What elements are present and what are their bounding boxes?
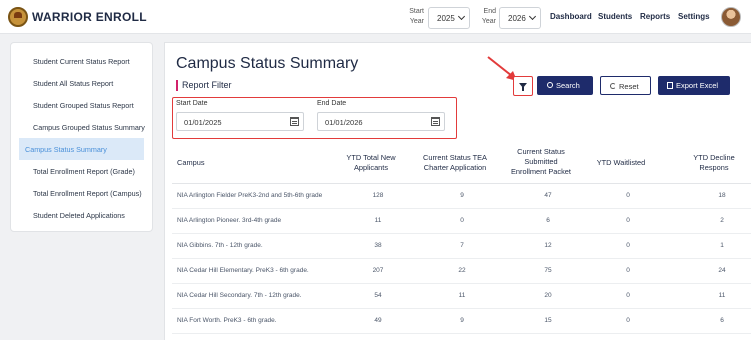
submitted-cell: 6 bbox=[546, 217, 550, 224]
decline-cell: 24 bbox=[718, 267, 726, 274]
start-date-label: Start Date bbox=[176, 100, 208, 107]
ytd-total-cell: 11 bbox=[374, 217, 382, 224]
decline-cell: 6 bbox=[720, 317, 724, 324]
tea-charter-cell: 22 bbox=[458, 267, 466, 274]
submitted-cell: 20 bbox=[544, 292, 552, 299]
tea-charter-cell: 9 bbox=[460, 192, 464, 199]
submitted-cell: 15 bbox=[544, 317, 552, 324]
campus-cell: NIA Gibbins. 7th - 12th grade. bbox=[177, 242, 263, 249]
sidebar-item-campus-status-summary[interactable]: Campus Status Summary bbox=[19, 138, 144, 160]
report-filter-label: Report Filter bbox=[176, 80, 232, 91]
waitlisted-cell: 0 bbox=[626, 317, 630, 324]
waitlisted-cell: 0 bbox=[626, 292, 630, 299]
end-year-label: End Year bbox=[481, 8, 496, 25]
sidebar-item-campus-grouped-summary[interactable]: Campus Grouped Status Summary bbox=[19, 116, 145, 138]
decline-cell: 18 bbox=[718, 192, 726, 199]
submitted-cell: 75 bbox=[544, 267, 552, 274]
table-row: NIA Gibbins. 7th - 12th grade. 38 7 12 0… bbox=[172, 234, 751, 259]
search-button[interactable]: Search bbox=[537, 76, 593, 95]
waitlisted-cell: 0 bbox=[626, 192, 630, 199]
column-header-ytd-decline[interactable]: YTD Decline Respons bbox=[679, 153, 749, 173]
ytd-total-cell: 128 bbox=[372, 192, 384, 199]
logo-icon bbox=[8, 7, 28, 27]
sidebar-item-student-all-status[interactable]: Student All Status Report bbox=[19, 72, 144, 94]
campus-cell: NIA Fort Worth. PreK3 - 6th grade. bbox=[177, 317, 277, 324]
sidebar-item-student-grouped-status[interactable]: Student Grouped Status Report bbox=[19, 94, 144, 116]
sidebar-item-deleted-applications[interactable]: Student Deleted Applications bbox=[19, 204, 144, 226]
decline-cell: 2 bbox=[720, 217, 724, 224]
calendar-icon[interactable] bbox=[431, 117, 440, 126]
sidebar-item-enrollment-campus[interactable]: Total Enrollment Report (Campus) bbox=[19, 182, 144, 204]
sidebar-item-student-current-status[interactable]: Student Current Status Report bbox=[19, 50, 144, 72]
tea-charter-cell: 11 bbox=[458, 292, 466, 299]
nav-reports[interactable]: Reports bbox=[640, 12, 670, 21]
table-row: NIA Arlington Pioneer. 3rd-4th grade 11 … bbox=[172, 209, 751, 234]
campus-cell: NIA Cedar Hill Secondary. 7th - 12th gra… bbox=[177, 292, 302, 299]
campus-cell: NIA Arlington Pioneer. 3rd-4th grade bbox=[177, 217, 282, 224]
ytd-total-cell: 207 bbox=[372, 267, 384, 274]
sidebar-item-enrollment-grade[interactable]: Total Enrollment Report (Grade) bbox=[19, 160, 144, 182]
ytd-total-cell: 54 bbox=[374, 292, 382, 299]
top-bar: WARRIOR ENROLL Start Year 2025 End Year 20… bbox=[0, 0, 751, 34]
nav-dashboard[interactable]: Dashboard bbox=[550, 12, 592, 21]
end-date-label: End Date bbox=[317, 100, 347, 107]
submitted-cell: 47 bbox=[544, 192, 552, 199]
nav-settings[interactable]: Settings bbox=[678, 12, 710, 21]
tea-charter-cell: 9 bbox=[460, 317, 464, 324]
chevron-down-icon bbox=[528, 12, 537, 21]
start-date-input[interactable]: 01/01/2025 bbox=[176, 112, 304, 131]
waitlisted-cell: 0 bbox=[626, 217, 630, 224]
ytd-total-cell: 49 bbox=[374, 317, 382, 324]
refresh-icon bbox=[610, 83, 616, 90]
filter-icon bbox=[519, 83, 527, 91]
end-date-input[interactable]: 01/01/2026 bbox=[317, 112, 445, 131]
column-header-ytd-waitlisted[interactable]: YTD Waitlisted bbox=[587, 158, 655, 168]
reset-button[interactable]: Reset bbox=[600, 76, 651, 95]
decline-cell: 11 bbox=[718, 292, 726, 299]
calendar-icon[interactable] bbox=[290, 117, 299, 126]
table-row: NIA Cedar Hill Secondary. 7th - 12th gra… bbox=[172, 284, 751, 309]
waitlisted-cell: 0 bbox=[626, 267, 630, 274]
file-icon bbox=[667, 81, 673, 89]
search-icon bbox=[547, 82, 553, 89]
column-header-campus[interactable]: Campus bbox=[177, 158, 205, 168]
table-row: NIA Fort Worth. PreK3 - 6th grade. 49 9 … bbox=[172, 309, 751, 334]
date-filter-highlight: Start Date 01/01/2025 End Date 01/01/202… bbox=[172, 97, 457, 139]
waitlisted-cell: 0 bbox=[626, 242, 630, 249]
nav-students[interactable]: Students bbox=[598, 12, 632, 21]
decline-cell: 1 bbox=[720, 242, 724, 249]
tea-charter-cell: 0 bbox=[460, 217, 464, 224]
brand-name: WARRIOR ENROLL bbox=[32, 10, 147, 24]
main-panel: Campus Status Summary Report Filter Star… bbox=[164, 42, 751, 340]
campus-cell: NIA Arlington Fielder PreK3-2nd and 5th-… bbox=[177, 192, 323, 199]
page-title: Campus Status Summary bbox=[176, 55, 359, 72]
sidebar: Student Current Status Report Student Al… bbox=[10, 42, 153, 232]
tea-charter-cell: 7 bbox=[460, 242, 464, 249]
avatar[interactable] bbox=[721, 7, 741, 27]
table-row: NIA Cedar Hill Elementary. PreK3 - 6th g… bbox=[172, 259, 751, 284]
column-header-tea-charter[interactable]: Current Status TEA Charter Application bbox=[415, 153, 495, 173]
table-row: NIA Arlington Fielder PreK3-2nd and 5th-… bbox=[172, 184, 751, 209]
start-year-label: Start Year bbox=[409, 8, 424, 25]
column-header-ytd-total-new[interactable]: YTD Total New Applicants bbox=[333, 153, 409, 173]
filter-button[interactable] bbox=[513, 76, 533, 96]
start-year-select[interactable]: 2025 bbox=[428, 7, 470, 29]
ytd-total-cell: 38 bbox=[374, 242, 382, 249]
export-excel-button[interactable]: Export Excel bbox=[658, 76, 730, 95]
column-header-submitted-packet[interactable]: Current Status Submitted Enrollment Packet bbox=[501, 147, 581, 177]
submitted-cell: 12 bbox=[544, 242, 552, 249]
end-year-select[interactable]: 2026 bbox=[499, 7, 541, 29]
campus-cell: NIA Cedar Hill Elementary. PreK3 - 6th g… bbox=[177, 267, 309, 274]
chevron-down-icon bbox=[457, 12, 466, 21]
